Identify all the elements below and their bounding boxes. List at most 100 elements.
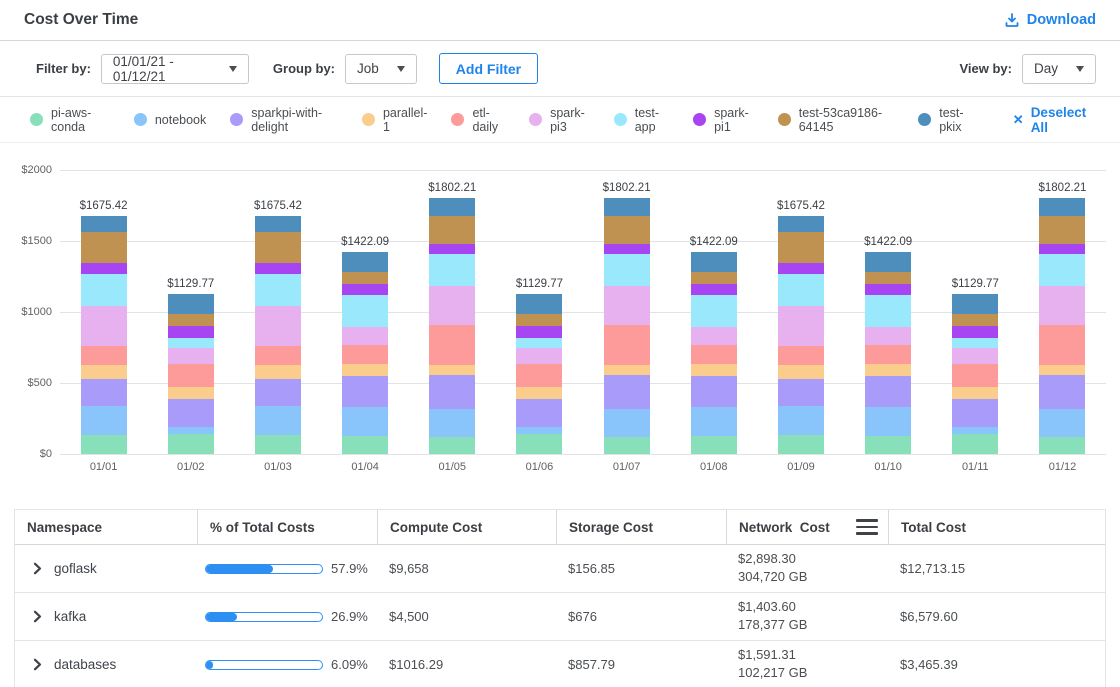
stacked-bar[interactable] — [952, 294, 998, 454]
bar-segment-spark-pi3[interactable] — [778, 306, 824, 345]
bar-segment-pi-aws-conda[interactable] — [865, 436, 911, 454]
bar-segment-etl-daily[interactable] — [604, 325, 650, 365]
legend-item-spark-pi3[interactable]: spark-pi3 — [529, 106, 590, 134]
bar-segment-spark-pi1[interactable] — [778, 263, 824, 275]
stacked-bar[interactable] — [691, 252, 737, 454]
bar-segment-test-app[interactable] — [255, 274, 301, 306]
legend-item-spark-pi1[interactable]: spark-pi1 — [693, 106, 754, 134]
bar-segment-spark-pi3[interactable] — [81, 306, 127, 345]
legend-item-notebook[interactable]: notebook — [134, 113, 206, 127]
stacked-bar[interactable] — [865, 252, 911, 454]
date-range-dropdown[interactable]: 01/01/21 - 01/12/21 — [101, 54, 249, 84]
bar-segment-test-pkix[interactable] — [255, 216, 301, 232]
bar-segment-pi-aws-conda[interactable] — [604, 437, 650, 454]
column-header-storage-cost[interactable]: Storage Cost — [556, 510, 726, 544]
bar-segment-parallel-1[interactable] — [342, 364, 388, 376]
bar-segment-notebook[interactable] — [865, 407, 911, 436]
bar-segment-etl-daily[interactable] — [516, 364, 562, 388]
bar-segment-pi-aws-conda[interactable] — [342, 436, 388, 454]
bar-segment-spark-pi1[interactable] — [342, 284, 388, 295]
bar-segment-test-53ca9186-64145[interactable] — [865, 272, 911, 284]
bar-segment-pi-aws-conda[interactable] — [778, 435, 824, 454]
legend-item-pi-aws-conda[interactable]: pi-aws-conda — [30, 106, 110, 134]
bar-segment-parallel-1[interactable] — [952, 387, 998, 399]
bar-segment-etl-daily[interactable] — [691, 345, 737, 364]
bar-segment-etl-daily[interactable] — [255, 346, 301, 365]
column-header--of-total-costs[interactable]: % of Total Costs — [197, 510, 377, 544]
bar-segment-test-53ca9186-64145[interactable] — [952, 314, 998, 326]
legend-item-parallel-1[interactable]: parallel-1 — [362, 106, 427, 134]
bar-segment-notebook[interactable] — [255, 406, 301, 435]
bar-segment-test-pkix[interactable] — [778, 216, 824, 232]
bar-segment-spark-pi3[interactable] — [952, 348, 998, 364]
bar-segment-test-pkix[interactable] — [81, 216, 127, 232]
bar-segment-pi-aws-conda[interactable] — [81, 435, 127, 454]
bar-segment-notebook[interactable] — [81, 406, 127, 435]
bar-segment-notebook[interactable] — [778, 406, 824, 435]
bar-segment-notebook[interactable] — [691, 407, 737, 436]
bar-segment-test-53ca9186-64145[interactable] — [255, 232, 301, 262]
bar-segment-pi-aws-conda[interactable] — [168, 434, 214, 454]
bar-segment-sparkpi-with-delight[interactable] — [342, 376, 388, 407]
bar-segment-etl-daily[interactable] — [1039, 325, 1085, 365]
bar-segment-sparkpi-with-delight[interactable] — [429, 375, 475, 409]
deselect-all-button[interactable]: ✕ Deselect All — [1013, 105, 1096, 135]
bar-segment-test-app[interactable] — [778, 274, 824, 306]
bar-segment-notebook[interactable] — [1039, 409, 1085, 437]
bar-segment-test-pkix[interactable] — [1039, 198, 1085, 216]
bar-segment-test-53ca9186-64145[interactable] — [778, 232, 824, 262]
legend-item-etl-daily[interactable]: etl-daily — [451, 106, 505, 134]
bar-segment-test-53ca9186-64145[interactable] — [1039, 216, 1085, 244]
download-button[interactable]: Download — [1004, 12, 1096, 28]
bar-segment-sparkpi-with-delight[interactable] — [952, 399, 998, 427]
bar-segment-test-53ca9186-64145[interactable] — [429, 216, 475, 244]
bar-segment-test-pkix[interactable] — [604, 198, 650, 216]
bar-segment-parallel-1[interactable] — [778, 365, 824, 379]
bar-segment-spark-pi1[interactable] — [691, 284, 737, 295]
bar-segment-test-pkix[interactable] — [952, 294, 998, 314]
stacked-bar[interactable] — [81, 216, 127, 454]
bar-segment-notebook[interactable] — [429, 409, 475, 437]
bar-segment-pi-aws-conda[interactable] — [1039, 437, 1085, 454]
bar-segment-pi-aws-conda[interactable] — [952, 434, 998, 454]
column-menu-icon[interactable] — [856, 519, 878, 535]
legend-item-test-53ca9186-64145[interactable]: test-53ca9186-64145 — [778, 106, 895, 134]
bar-segment-spark-pi1[interactable] — [604, 244, 650, 254]
bar-segment-pi-aws-conda[interactable] — [516, 434, 562, 454]
stacked-bar[interactable] — [778, 216, 824, 454]
bar-segment-sparkpi-with-delight[interactable] — [604, 375, 650, 409]
bar-segment-etl-daily[interactable] — [168, 364, 214, 388]
bar-segment-etl-daily[interactable] — [778, 346, 824, 365]
bar-segment-parallel-1[interactable] — [168, 387, 214, 399]
bar-segment-spark-pi1[interactable] — [81, 263, 127, 275]
bar-segment-test-app[interactable] — [604, 254, 650, 286]
bar-segment-test-pkix[interactable] — [168, 294, 214, 314]
stacked-bar[interactable] — [255, 216, 301, 454]
bar-segment-parallel-1[interactable] — [516, 387, 562, 399]
column-header-total-cost[interactable]: Total Cost — [888, 510, 1105, 544]
stacked-bar[interactable] — [342, 252, 388, 454]
bar-segment-sparkpi-with-delight[interactable] — [516, 399, 562, 427]
bar-segment-spark-pi3[interactable] — [342, 327, 388, 346]
bar-segment-test-app[interactable] — [516, 338, 562, 348]
bar-segment-test-app[interactable] — [342, 295, 388, 326]
bar-segment-test-app[interactable] — [429, 254, 475, 286]
bar-segment-test-pkix[interactable] — [691, 252, 737, 272]
legend-item-sparkpi-with-delight[interactable]: sparkpi-with-delight — [230, 106, 338, 134]
bar-segment-test-pkix[interactable] — [429, 198, 475, 216]
stacked-bar[interactable] — [604, 198, 650, 454]
bar-segment-test-pkix[interactable] — [342, 252, 388, 272]
bar-segment-test-53ca9186-64145[interactable] — [81, 232, 127, 262]
bar-segment-test-53ca9186-64145[interactable] — [604, 216, 650, 244]
bar-segment-spark-pi3[interactable] — [604, 286, 650, 324]
bar-segment-sparkpi-with-delight[interactable] — [778, 379, 824, 406]
bar-segment-sparkpi-with-delight[interactable] — [865, 376, 911, 407]
bar-segment-test-app[interactable] — [81, 274, 127, 306]
bar-segment-parallel-1[interactable] — [604, 365, 650, 375]
bar-segment-spark-pi3[interactable] — [516, 348, 562, 364]
bar-segment-spark-pi1[interactable] — [865, 284, 911, 295]
namespace-cell[interactable]: kafka — [15, 593, 197, 640]
chevron-right-icon[interactable] — [31, 562, 44, 575]
bar-segment-spark-pi1[interactable] — [168, 326, 214, 338]
bar-segment-test-app[interactable] — [691, 295, 737, 326]
